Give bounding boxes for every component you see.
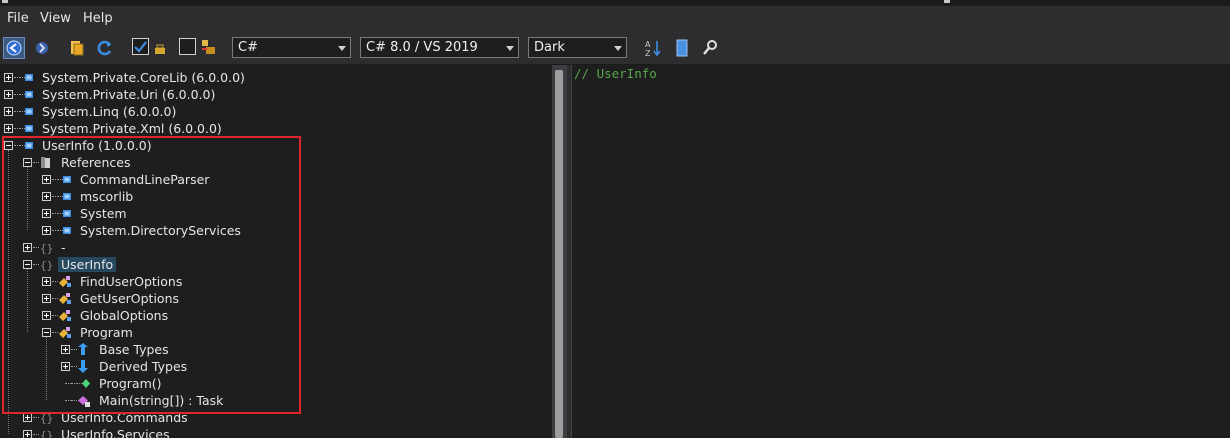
- menu-view[interactable]: View: [40, 11, 71, 26]
- sort-alphabetical-icon: AZ: [645, 40, 661, 58]
- tree-node-label: UserInfo.Services: [61, 427, 170, 438]
- compiler-generated-button[interactable]: [199, 37, 221, 59]
- refresh-icon: [97, 40, 112, 56]
- tree-node-label: System.Private.Uri (6.0.0.0): [42, 87, 216, 102]
- tree-node[interactable]: System.Private.CoreLib (6.0.0.0): [0, 69, 552, 86]
- menu-bar: File View Help: [0, 6, 1230, 32]
- tree-node[interactable]: System.Linq (6.0.0.0): [0, 103, 552, 120]
- open-button[interactable]: [66, 37, 88, 59]
- back-button[interactable]: [3, 37, 25, 59]
- private-members-button[interactable]: [152, 37, 174, 59]
- language-version-select[interactable]: C# 8.0 / VS 2019: [360, 37, 519, 58]
- chevron-down-icon: [338, 46, 346, 51]
- svg-text:Z: Z: [645, 49, 651, 58]
- assembly-icon: [20, 88, 34, 101]
- code-comment: // UserInfo: [574, 66, 657, 81]
- highlight-annotation-box: [2, 136, 301, 414]
- language-value: C#: [238, 40, 258, 55]
- tree-scrollbar-thumb[interactable]: [555, 70, 563, 438]
- forward-arrow-icon: [36, 42, 48, 54]
- expand-plus-icon[interactable]: [23, 413, 32, 422]
- chevron-down-icon: [614, 46, 622, 51]
- expand-plus-icon[interactable]: [4, 73, 13, 82]
- lock-key-icon: [155, 44, 165, 54]
- show-public-only-toggle[interactable]: [131, 37, 153, 59]
- expand-plus-icon[interactable]: [23, 430, 32, 438]
- assembly-icon: [20, 71, 34, 84]
- expand-plus-icon[interactable]: [4, 90, 13, 99]
- language-select[interactable]: C#: [232, 37, 351, 58]
- svg-text:A: A: [645, 40, 651, 49]
- tree-node[interactable]: {} UserInfo.Services: [0, 426, 552, 438]
- theme-value: Dark: [534, 40, 565, 55]
- tree-node[interactable]: System.Private.Uri (6.0.0.0): [0, 86, 552, 103]
- search-button[interactable]: [700, 37, 722, 59]
- chevron-down-icon: [506, 46, 514, 51]
- menu-file[interactable]: File: [7, 11, 29, 26]
- theme-select[interactable]: Dark: [528, 37, 627, 58]
- assembly-icon: [20, 122, 34, 135]
- sort-button[interactable]: AZ: [643, 37, 665, 59]
- toolbar: C# C# 8.0 / VS 2019 Dark AZ: [0, 32, 1230, 65]
- compiler-generated-icon: [202, 40, 215, 54]
- assembly-list-icon: [676, 39, 688, 57]
- assembly-icon: [20, 105, 34, 118]
- language-version-value: C# 8.0 / VS 2019: [366, 40, 478, 55]
- search-icon: [703, 40, 717, 55]
- decompiled-code-view[interactable]: [571, 65, 1230, 438]
- checkbox-checked-icon: [132, 38, 149, 55]
- tree-node-label: System.Private.CoreLib (6.0.0.0): [42, 70, 245, 85]
- manage-lists-button[interactable]: [673, 37, 695, 59]
- checkbox-unchecked-icon: [179, 38, 196, 55]
- svg-text:{}: {}: [40, 429, 53, 438]
- back-arrow-icon: [6, 40, 22, 56]
- menu-help[interactable]: Help: [83, 11, 113, 26]
- expand-plus-icon[interactable]: [4, 124, 13, 133]
- tree-node[interactable]: System.Private.Xml (6.0.0.0): [0, 120, 552, 137]
- forward-button[interactable]: [31, 37, 53, 59]
- tree-node-label: System.Private.Xml (6.0.0.0): [42, 121, 222, 136]
- reload-button[interactable]: [94, 37, 116, 59]
- tree-node-label: System.Linq (6.0.0.0): [42, 104, 177, 119]
- namespace-icon: {}: [39, 428, 53, 438]
- open-file-icon: [71, 41, 84, 56]
- expand-plus-icon[interactable]: [4, 107, 13, 116]
- show-all-toggle[interactable]: [178, 37, 200, 59]
